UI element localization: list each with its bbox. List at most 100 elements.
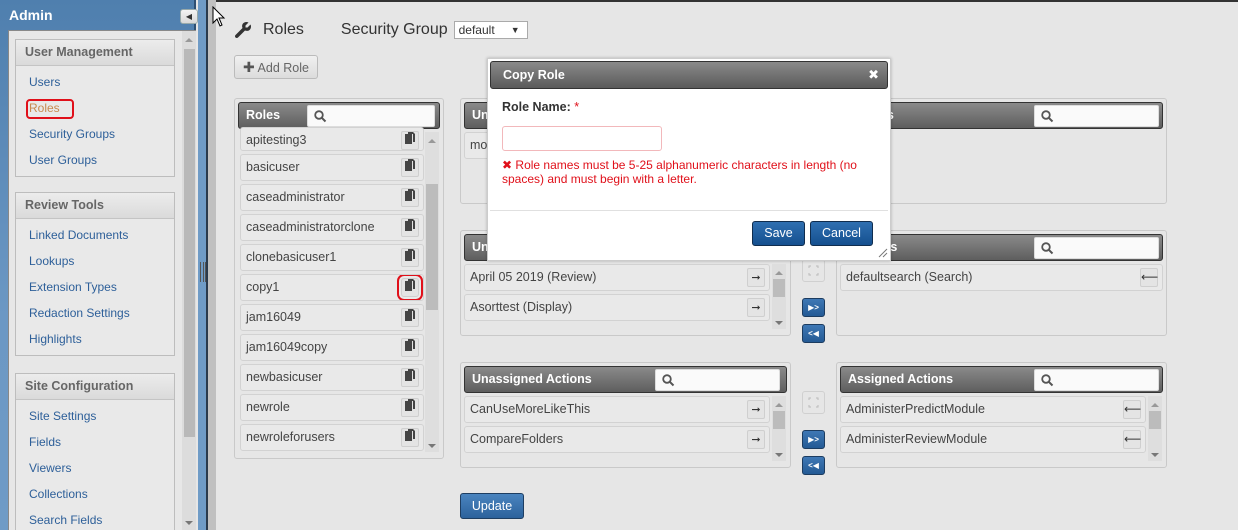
scrollbar-thumb[interactable] (184, 49, 195, 437)
menu-item-extension-types[interactable]: Extension Types (16, 274, 174, 300)
list-item[interactable]: April 05 2019 (Review) ➞ (464, 264, 770, 291)
dialog-header: Copy Role ✖ (490, 61, 888, 89)
list-item[interactable]: newrole (240, 394, 424, 421)
menu-item-fields[interactable]: Fields (16, 429, 174, 455)
expand-button[interactable] (802, 391, 825, 414)
unassigned-actions-scrollbar[interactable] (772, 396, 786, 461)
expand-button[interactable] (802, 259, 825, 282)
assigned-users-search-input[interactable] (1034, 105, 1159, 127)
unassign-button[interactable]: ⟵ (1123, 400, 1141, 419)
add-role-button[interactable]: ✚ Add Role (234, 55, 318, 79)
copy-role-button[interactable] (401, 131, 419, 150)
scroll-down-icon[interactable] (1151, 453, 1159, 457)
list-item[interactable]: copy1 (240, 274, 424, 301)
mouse-cursor-icon (212, 6, 226, 27)
assign-button[interactable]: ➞ (747, 430, 765, 449)
menu-item-site-settings[interactable]: Site Settings (16, 403, 174, 429)
update-button[interactable]: Update (460, 493, 524, 519)
list-item[interactable]: caseadministrator (240, 184, 424, 211)
top-border (216, 0, 1238, 2)
scrollbar-thumb[interactable] (773, 411, 785, 429)
scroll-down-icon[interactable] (185, 521, 193, 525)
menu-item-users[interactable]: Users (16, 69, 174, 95)
collapse-panel-button[interactable]: ◀ (180, 9, 198, 24)
scroll-up-icon[interactable] (185, 38, 193, 42)
scroll-up-icon[interactable] (428, 139, 436, 143)
role-name-input[interactable] (502, 126, 662, 151)
move-all-right-button[interactable]: ▶> (802, 298, 825, 317)
list-item[interactable]: jam16049copy (240, 334, 424, 361)
unassigned-actions-search-input[interactable] (655, 369, 780, 391)
scrollbar-thumb[interactable] (426, 184, 438, 310)
assigned-forms-search-input[interactable] (1034, 237, 1159, 259)
security-group-select[interactable]: default ▼ (453, 21, 528, 39)
assign-button[interactable]: ➞ (747, 268, 765, 287)
menu-item-lookups[interactable]: Lookups (16, 248, 174, 274)
list-item[interactable]: newbasicuser (240, 364, 424, 391)
scroll-down-icon[interactable] (775, 453, 783, 457)
scroll-down-icon[interactable] (428, 444, 436, 448)
copy-role-button[interactable] (401, 188, 419, 207)
copy-role-button[interactable] (401, 218, 419, 237)
list-item[interactable]: jam16049 (240, 304, 424, 331)
menu-item-collections[interactable]: Collections (16, 481, 174, 507)
copy-role-button[interactable] (397, 275, 423, 300)
list-item[interactable]: newroleforusers (240, 424, 424, 451)
arrow-right-icon: ➞ (751, 302, 761, 314)
list-item[interactable]: basicuser (240, 154, 424, 181)
list-item[interactable]: CanUseMoreLikeThis ➞ (464, 396, 770, 423)
list-item[interactable]: Asorttest (Display) ➞ (464, 294, 770, 321)
assign-button[interactable]: ➞ (747, 298, 765, 317)
menu-section-review-tools: Review Tools Linked Documents Lookups Ex… (15, 192, 175, 356)
list-item[interactable]: AdministerReviewModule ⟵ (840, 426, 1146, 453)
admin-menu-scrollbar[interactable] (182, 31, 196, 530)
unassign-button[interactable]: ⟵ (1140, 268, 1158, 287)
copy-icon (405, 132, 415, 144)
copy-role-button[interactable] (401, 398, 419, 417)
move-all-left-button[interactable]: <◀ (802, 456, 825, 475)
move-all-right-button[interactable]: ▶> (802, 430, 825, 449)
scroll-down-icon[interactable] (775, 321, 783, 325)
add-role-label: Add Role (257, 61, 309, 75)
menu-item-security-groups[interactable]: Security Groups (16, 121, 174, 147)
unassign-button[interactable]: ⟵ (1123, 430, 1141, 449)
menu-item-highlights[interactable]: Highlights (16, 326, 174, 352)
scroll-up-icon[interactable] (775, 403, 783, 407)
panel-splitter[interactable] (198, 0, 208, 530)
scroll-up-icon[interactable] (775, 271, 783, 275)
menu-item-linked-documents[interactable]: Linked Documents (16, 222, 174, 248)
scrollbar-thumb[interactable] (773, 279, 785, 297)
copy-role-button[interactable] (401, 428, 419, 447)
copy-role-button[interactable] (401, 338, 419, 357)
list-item[interactable]: AdministerPredictModule ⟵ (840, 396, 1146, 423)
copy-role-button[interactable] (401, 248, 419, 267)
admin-panel: Admin ◀ User Management Users Roles Secu… (0, 0, 198, 530)
cancel-button[interactable]: Cancel (810, 221, 873, 246)
save-button[interactable]: Save (752, 221, 805, 246)
roles-scrollbar[interactable] (425, 132, 439, 452)
resize-grip-icon[interactable] (878, 248, 888, 258)
list-item[interactable]: clonebasicuser1 (240, 244, 424, 271)
copy-role-button[interactable] (401, 308, 419, 327)
copy-role-button[interactable] (401, 158, 419, 177)
assigned-actions-search-input[interactable] (1034, 369, 1159, 391)
assign-button[interactable]: ➞ (747, 400, 765, 419)
menu-item-roles[interactable]: Roles (16, 95, 174, 121)
menu-item-redaction-settings[interactable]: Redaction Settings (16, 300, 174, 326)
scrollbar-thumb[interactable] (1149, 411, 1161, 429)
menu-item-viewers[interactable]: Viewers (16, 455, 174, 481)
list-item[interactable]: defaultsearch (Search) ⟵ (840, 264, 1163, 291)
scroll-up-icon[interactable] (1151, 403, 1159, 407)
list-item[interactable]: CompareFolders ➞ (464, 426, 770, 453)
assigned-actions-scrollbar[interactable] (1148, 396, 1162, 461)
menu-item-search-fields[interactable]: Search Fields (16, 507, 174, 530)
unassigned-forms-scrollbar[interactable] (772, 264, 786, 329)
menu-item-user-groups[interactable]: User Groups (16, 147, 174, 173)
list-item[interactable]: caseadministratorclone (240, 214, 424, 241)
page-header: Roles Security Group default ▼ (234, 18, 528, 42)
move-all-left-button[interactable]: <◀ (802, 324, 825, 343)
list-item[interactable]: apitesting3 (240, 127, 424, 151)
close-icon[interactable]: ✖ (868, 62, 879, 88)
copy-role-button[interactable] (401, 368, 419, 387)
roles-search-input[interactable] (307, 105, 435, 127)
